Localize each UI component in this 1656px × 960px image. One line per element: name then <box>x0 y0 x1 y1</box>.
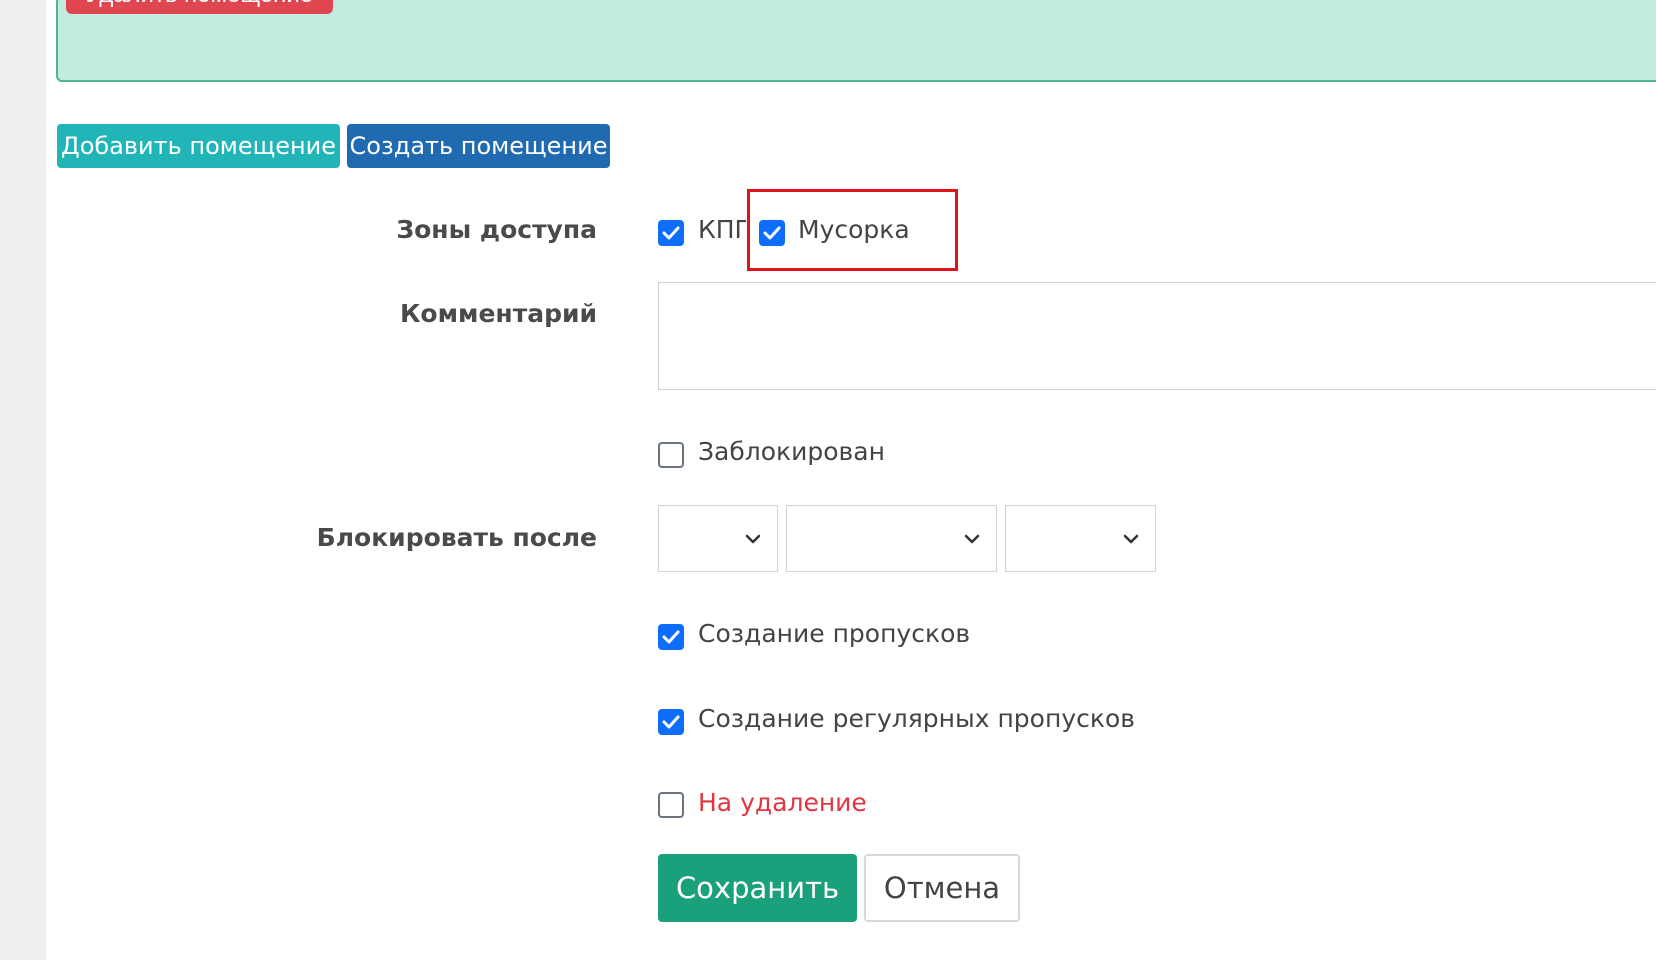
checkmark-icon <box>662 715 680 729</box>
chevron-down-icon <box>1123 534 1139 544</box>
add-room-button[interactable]: Добавить помещение <box>57 124 340 168</box>
cancel-button[interactable]: Отмена <box>864 854 1020 922</box>
create-regular-passes-checkbox[interactable] <box>658 709 684 735</box>
create-room-button[interactable]: Создать помещение <box>347 124 610 168</box>
chevron-down-icon <box>964 534 980 544</box>
save-button[interactable]: Сохранить <box>658 854 857 922</box>
blocked-label: Заблокирован <box>698 437 885 466</box>
for-deletion-label: На удаление <box>698 788 867 817</box>
create-passes-label: Создание пропусков <box>698 619 971 648</box>
delete-room-button[interactable]: Удалить помещение <box>66 0 333 14</box>
block-after-day-select[interactable] <box>658 505 778 572</box>
create-passes-checkbox[interactable] <box>658 624 684 650</box>
comment-textarea[interactable] <box>658 282 1656 390</box>
block-after-label: Блокировать после <box>316 523 597 552</box>
zone-kpp-label: КПП <box>698 215 746 244</box>
comment-label: Комментарий <box>400 299 597 328</box>
zone-kpp-checkbox[interactable] <box>658 220 684 246</box>
checkmark-icon <box>662 630 680 644</box>
highlight-annotation <box>747 189 958 271</box>
block-after-year-select[interactable] <box>1005 505 1156 572</box>
block-after-month-select[interactable] <box>786 505 997 572</box>
left-sidebar-edge <box>0 0 46 960</box>
for-deletion-checkbox[interactable] <box>658 792 684 818</box>
access-zones-label: Зоны доступа <box>396 215 597 244</box>
checkmark-icon <box>662 226 680 240</box>
chevron-down-icon <box>745 534 761 544</box>
create-regular-passes-label: Создание регулярных пропусков <box>698 704 1135 733</box>
blocked-checkbox[interactable] <box>658 442 684 468</box>
